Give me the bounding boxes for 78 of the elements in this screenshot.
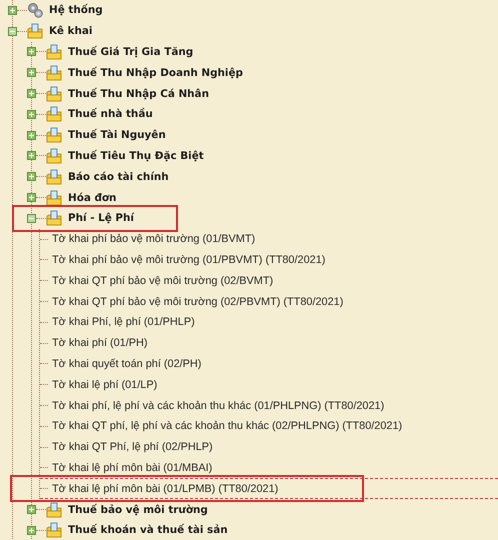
folder-document-icon	[46, 64, 62, 81]
folder-document-icon	[46, 106, 62, 122]
tree-item-label[interactable]: Thuế Tiêu Thụ Đặc Biệt	[68, 150, 204, 162]
tree-row[interactable]: Tờ khai QT Phí, lệ phí (02/PHLP)	[40, 436, 498, 458]
tree-row[interactable]: Thuế Thu Nhập Doanh Nghiệp	[27, 62, 243, 84]
tree-row[interactable]: Tờ khai QT phí bảo vệ môi trường (02/BVMT)	[40, 270, 498, 292]
tree-row[interactable]: Tờ khai phí bảo vệ môi trường (01/BVMT)	[40, 228, 498, 250]
expand-button[interactable]	[27, 68, 36, 78]
tree-item-label[interactable]: Thuế bảo vệ môi trường	[68, 504, 208, 516]
tree-row[interactable]: Thuế khoán và thuế tài sản	[27, 520, 228, 540]
tree-row[interactable]: Tờ khai QT phí bảo vệ môi trường (02/PBVMT) (TT80/2021)	[40, 291, 498, 312]
tree-row[interactable]: Thuế bảo vệ môi trường	[27, 499, 208, 520]
expand-button[interactable]	[27, 89, 36, 98]
tree-item-label[interactable]: Thuế Thu Nhập Cá Nhân	[68, 88, 209, 100]
tree-item-label[interactable]: Phí - Lệ Phí	[68, 212, 134, 224]
tree-item-label[interactable]: Hóa đơn	[68, 192, 116, 204]
tree-item-label[interactable]: Tờ khai QT phí, lệ phí và các khoản thu khác (02/PHLPNG) (TT80/2021)	[52, 420, 402, 432]
expand-button[interactable]	[27, 130, 36, 140]
tree-item-label[interactable]: Thuế khoán và thuế tài sản	[68, 524, 228, 536]
expand-button[interactable]	[27, 110, 36, 119]
expand-button[interactable]	[27, 47, 36, 56]
collapse-button[interactable]	[27, 214, 36, 223]
tree-row[interactable]: Tờ khai lệ phí môn bài (01/MBAI)	[40, 458, 498, 478]
tree-row[interactable]: Tờ khai lệ phí (01/LP)	[40, 374, 498, 396]
tree-row[interactable]: Tờ khai phí (01/PH)	[40, 332, 498, 354]
tree-item-label[interactable]: Thuế nhà thầu	[68, 108, 153, 120]
expand-button[interactable]	[27, 172, 36, 182]
tree-row[interactable]: Thuế nhà thầu	[27, 104, 153, 125]
tree-item-label[interactable]: Tờ khai phí (01/PH)	[52, 337, 148, 350]
folder-document-icon	[46, 127, 62, 144]
tree-item-label[interactable]: Báo cáo tài chính	[68, 170, 169, 183]
tree-row[interactable]: Tờ khai QT phí, lệ phí và các khoản thu khác (02/PHLPNG) (TT80/2021)	[40, 416, 498, 437]
folder-document-icon	[46, 522, 62, 538]
expand-button[interactable]	[27, 505, 36, 514]
tree-row[interactable]: Kê khai	[8, 20, 92, 42]
tree-item-label[interactable]: Tờ khai QT phí bảo vệ môi trường (02/PBVMT) (TT80/2021)	[52, 296, 344, 308]
tree-row[interactable]: Thuế Giá Trị Gia Tăng	[27, 42, 194, 62]
tree-item-label[interactable]: Tờ khai QT Phí, lệ phí (02/PHLP)	[52, 441, 213, 454]
tree-row[interactable]: Tờ khai phí, lệ phí và các khoản thu khác (01/PHLPNG) (TT80/2021)	[40, 395, 498, 416]
tree-item-label[interactable]: Tờ khai phí, lệ phí và các khoản thu khác (01/PHLPNG) (TT80/2021)	[52, 400, 384, 412]
expand-button[interactable]	[8, 6, 17, 15]
tree-item-label[interactable]: Hệ thống	[49, 4, 103, 16]
tree-item-label[interactable]: Tờ khai lệ phí môn bài (01/LPMB) (TT80/2021)	[52, 482, 278, 495]
tree-row[interactable]: Hệ thống	[8, 0, 103, 21]
tree-row[interactable]: Tờ khai Phí, lệ phí (01/PHLP)	[40, 312, 498, 333]
folder-document-icon	[46, 210, 62, 226]
tree-item-label[interactable]: Tờ khai Phí, lệ phí (01/PHLP)	[52, 316, 195, 328]
folder-document-icon	[46, 190, 62, 206]
tree-row[interactable]: Thuế Thu Nhập Cá Nhân	[27, 83, 209, 104]
folder-document-icon	[46, 86, 62, 102]
folder-document-icon	[27, 23, 43, 40]
tree-row[interactable]: Thuế Tiêu Thụ Đặc Biệt	[27, 146, 204, 166]
folder-document-icon	[46, 502, 62, 518]
tree-item-label[interactable]: Thuế Thu Nhập Doanh Nghiệp	[68, 66, 243, 79]
tree-item-label[interactable]: Tờ khai phí bảo vệ môi trường (01/PBVMT) (TT80/2021)	[52, 254, 326, 266]
tree-row[interactable]: Thuế Tài Nguyên	[27, 124, 166, 146]
expand-button[interactable]	[27, 151, 36, 160]
folder-document-icon	[46, 148, 62, 164]
tree-row[interactable]: Hóa đơn	[27, 187, 116, 208]
expand-button[interactable]	[27, 526, 36, 535]
tree-item-label[interactable]: Tờ khai lệ phí (01/LP)	[52, 378, 158, 391]
tree-item-label[interactable]: Tờ khai quyết toán phí (02/PH)	[52, 358, 202, 370]
tree-item-label[interactable]: Thuế Tài Nguyên	[68, 129, 166, 142]
tree-item-label[interactable]: Kê khai	[49, 25, 92, 38]
tree-item-label[interactable]: Tờ khai QT phí bảo vệ môi trường (02/BVMT)	[52, 274, 274, 287]
tree-item-label[interactable]: Tờ khai lệ phí môn bài (01/MBAI)	[52, 462, 212, 474]
collapse-button[interactable]	[8, 26, 17, 36]
gears-icon	[27, 2, 43, 18]
tree-row[interactable]: Tờ khai phí bảo vệ môi trường (01/PBVMT) (TT80/2021)	[40, 250, 498, 270]
tree-item-label[interactable]: Tờ khai phí bảo vệ môi trường (01/BVMT)	[52, 233, 256, 246]
folder-document-icon	[46, 44, 62, 60]
tree-row[interactable]: Báo cáo tài chính	[27, 166, 169, 188]
expand-button[interactable]	[27, 193, 36, 202]
folder-document-icon	[46, 168, 62, 185]
tree-item-label[interactable]: Thuế Giá Trị Gia Tăng	[68, 46, 194, 58]
tree-row[interactable]: Tờ khai lệ phí môn bài (01/LPMB) (TT80/2021)	[40, 478, 498, 500]
tree-row[interactable]: Phí - Lệ Phí	[27, 208, 134, 229]
tree-row[interactable]: Tờ khai quyết toán phí (02/PH)	[40, 354, 498, 374]
